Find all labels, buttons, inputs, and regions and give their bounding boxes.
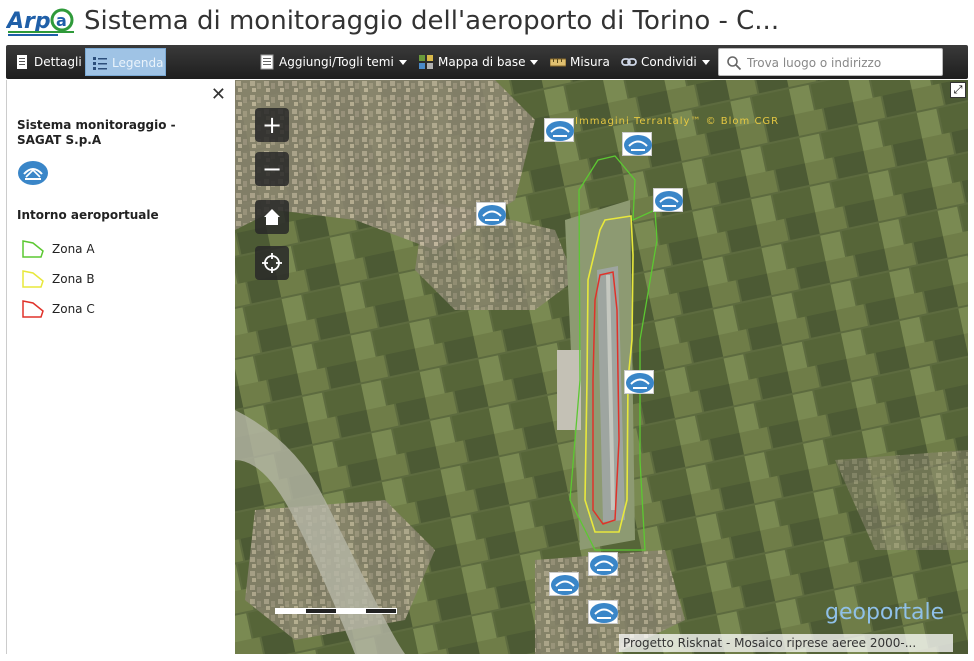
svg-text:a: a	[56, 11, 67, 30]
list-icon	[93, 57, 107, 70]
monitoring-station-icon	[17, 160, 49, 186]
monitoring-station-marker[interactable]	[653, 188, 683, 212]
locate-button[interactable]	[255, 246, 289, 280]
ruler-icon	[550, 58, 566, 67]
map-view[interactable]: Immagini TerraItaly™ © Blom CGR + − ⤢ ge…	[235, 80, 968, 654]
zone-c-polygon-icon	[22, 300, 44, 318]
zoom-out-button[interactable]: −	[255, 152, 289, 186]
monitoring-station-marker[interactable]	[588, 600, 618, 624]
svg-text:Arp: Arp	[6, 9, 51, 34]
measure-button[interactable]: Misura	[544, 48, 616, 76]
layers-label: Aggiungi/Togli temi	[279, 55, 394, 69]
imagery-credit: Immagini TerraItaly™ © Blom CGR	[575, 116, 780, 127]
basemap-icon	[419, 55, 433, 69]
home-button[interactable]	[255, 200, 289, 234]
basemap-button[interactable]: Mappa di base	[412, 48, 544, 76]
zone-b-polygon-icon	[22, 270, 44, 288]
legend-section-airport-title: Intorno aeroportuale	[17, 208, 159, 222]
map-attribution: Progetto Risknat - Mosaico riprese aeree…	[619, 634, 953, 652]
details-label: Dettagli	[34, 55, 82, 69]
geoportale-logo: geoportale	[825, 600, 945, 625]
chevron-down-icon	[530, 60, 539, 65]
zoom-in-button[interactable]: +	[255, 108, 289, 142]
zone-a-label: Zona A	[52, 242, 95, 256]
chevron-down-icon	[701, 60, 710, 65]
zone-a-polygon-icon	[22, 240, 44, 258]
toolbar: Dettagli Legenda Aggiungi/Togli temi Map…	[6, 45, 968, 79]
legend-button[interactable]: Legenda	[85, 48, 166, 76]
basemap-label: Mappa di base	[438, 55, 526, 69]
monitoring-station-marker[interactable]	[622, 132, 652, 156]
scale-bar	[275, 608, 397, 614]
app-header: Arp a Sistema di monitoraggio dell'aerop…	[0, 0, 974, 44]
zone-b-label: Zona B	[52, 272, 95, 286]
search-icon[interactable]	[726, 55, 742, 71]
document-icon	[17, 55, 27, 69]
link-icon	[621, 58, 637, 66]
expand-icon[interactable]: ⤢	[950, 82, 966, 98]
share-button[interactable]: Condividi	[615, 48, 716, 76]
monitoring-station-marker[interactable]	[476, 202, 506, 226]
search-box	[718, 48, 943, 76]
crosshair-icon	[262, 253, 282, 273]
home-icon	[264, 209, 280, 225]
legend-panel: ✕ Sistema monitoraggio - SAGAT S.p.A Int…	[6, 80, 234, 654]
monitoring-station-marker[interactable]	[624, 370, 654, 394]
share-label: Condividi	[641, 55, 697, 69]
details-button[interactable]: Dettagli	[8, 48, 88, 76]
legend-label: Legenda	[112, 56, 164, 70]
layers-button[interactable]: Aggiungi/Togli temi	[253, 48, 413, 76]
monitoring-station-marker[interactable]	[549, 572, 579, 596]
zone-c-label: Zona C	[52, 302, 95, 316]
monitoring-station-marker[interactable]	[544, 118, 574, 142]
legend-section-monitoring-title: Sistema monitoraggio - SAGAT S.p.A	[17, 118, 176, 147]
search-input[interactable]	[747, 53, 937, 73]
chevron-down-icon	[398, 60, 407, 65]
measure-label: Misura	[570, 55, 610, 69]
close-icon[interactable]: ✕	[211, 86, 226, 104]
layers-icon	[260, 54, 274, 70]
page-title: Sistema di monitoraggio dell'aeroporto d…	[84, 6, 780, 36]
monitoring-station-marker[interactable]	[588, 552, 618, 576]
arpa-logo: Arp a	[5, 4, 76, 40]
